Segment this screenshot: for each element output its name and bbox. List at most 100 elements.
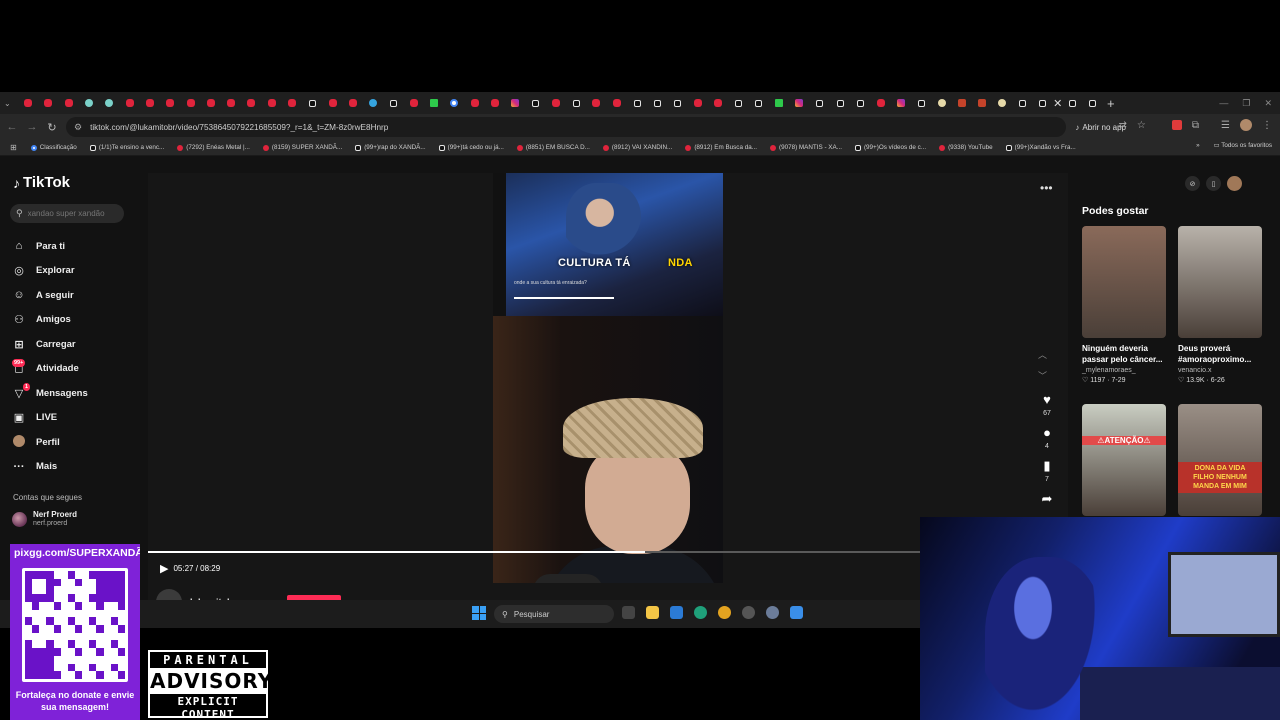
file-explorer-icon[interactable] xyxy=(646,606,659,619)
tab[interactable] xyxy=(322,95,342,111)
taskbar-search[interactable]: ⚲ Pesquisar xyxy=(494,605,614,623)
tab[interactable] xyxy=(769,95,789,111)
tab[interactable] xyxy=(383,95,403,111)
windows-start-icon[interactable] xyxy=(472,606,486,620)
tab[interactable] xyxy=(789,95,809,111)
tab[interactable] xyxy=(870,95,890,111)
reload-icon[interactable]: ↻ xyxy=(42,121,62,134)
tab[interactable] xyxy=(586,95,606,111)
tab[interactable] xyxy=(302,95,322,111)
recommended-card[interactable]: ⚠ATENÇÃO⚠ xyxy=(1082,404,1168,516)
sidebar-item-explorar[interactable]: ◎ Explorar xyxy=(12,259,142,284)
tab[interactable] xyxy=(1013,95,1033,111)
bookmark-item[interactable]: Classificação xyxy=(30,144,77,151)
back-icon[interactable]: ← xyxy=(2,121,22,133)
following-account[interactable]: Nerf Proerd nerf.proerd xyxy=(12,510,77,528)
close-window-icon[interactable]: ✕ xyxy=(1264,98,1272,109)
extension-icon[interactable] xyxy=(1171,120,1182,130)
sidebar-item-perfil[interactable]: Perfil xyxy=(12,430,142,455)
tab[interactable] xyxy=(18,95,38,111)
tab-list-chevron-icon[interactable]: ⌄ xyxy=(4,99,18,108)
tab[interactable] xyxy=(343,95,363,111)
tab[interactable] xyxy=(99,95,119,111)
star-icon[interactable]: ☆ xyxy=(1137,120,1146,131)
more-bookmarks-icon[interactable]: » xyxy=(1196,142,1200,149)
bookmark-item[interactable]: (99+)tá cedo ou já... xyxy=(438,144,504,151)
address-bar[interactable]: ⚙ tiktok.com/@lukamitobr/video/753864507… xyxy=(66,117,1066,137)
tiktok-logo[interactable]: ♪ TikTok xyxy=(13,174,70,191)
search-input[interactable] xyxy=(27,209,118,218)
tab[interactable] xyxy=(465,95,485,111)
tab[interactable] xyxy=(830,95,850,111)
tab[interactable] xyxy=(566,95,586,111)
coin-icon[interactable]: ⊘ xyxy=(1185,176,1200,191)
next-video-icon[interactable]: ﹀ xyxy=(1038,369,1047,382)
bookmark-item[interactable]: (9078) MANTIS - XA... xyxy=(769,144,842,151)
tab[interactable] xyxy=(992,95,1012,111)
sidebar-item-carregar[interactable]: ⊞ Carregar xyxy=(12,332,142,357)
sidebar-item-mais[interactable]: ··· Mais xyxy=(12,455,142,480)
sidebar-item-atividade[interactable]: ◻ 99+ Atividade xyxy=(12,357,142,382)
tab[interactable] xyxy=(850,95,870,111)
tab[interactable] xyxy=(140,95,160,111)
tab[interactable] xyxy=(1083,95,1103,111)
previous-video-icon[interactable]: ︿ xyxy=(1038,348,1047,361)
bookmark-item[interactable]: (9338) YouTube xyxy=(939,144,993,151)
user-avatar[interactable] xyxy=(1227,176,1242,191)
tab[interactable] xyxy=(201,95,221,111)
tab[interactable] xyxy=(749,95,769,111)
bookmark-item[interactable]: (8851) EM BUSCA D... xyxy=(516,144,590,151)
like-icon[interactable]: ♥ xyxy=(1043,393,1051,407)
bookmark-item[interactable]: (1/1)Te ensino a venc... xyxy=(89,144,164,151)
tab[interactable] xyxy=(525,95,545,111)
close-tab-icon[interactable]: ✕ xyxy=(1053,97,1062,110)
tab[interactable] xyxy=(668,95,688,111)
forward-icon[interactable]: → xyxy=(22,121,42,133)
menu-icon[interactable]: ⋮ xyxy=(1262,120,1272,131)
reading-list-icon[interactable]: ☰ xyxy=(1221,120,1230,131)
tab[interactable] xyxy=(607,95,627,111)
search-box[interactable]: ⚲ xyxy=(10,204,124,223)
bookmark-item[interactable]: (7292) Enéas Metal |... xyxy=(177,144,250,151)
sidebar-item-live[interactable]: ▣ LIVE xyxy=(12,406,142,431)
tab[interactable] xyxy=(505,95,525,111)
minimize-icon[interactable]: — xyxy=(1219,98,1228,108)
tab[interactable] xyxy=(221,95,241,111)
tab[interactable] xyxy=(931,95,951,111)
tab[interactable] xyxy=(485,95,505,111)
tab[interactable] xyxy=(59,95,79,111)
store-icon[interactable] xyxy=(670,606,683,619)
tab[interactable] xyxy=(911,95,931,111)
comment-icon[interactable]: ● xyxy=(1043,426,1051,440)
puzzle-icon[interactable]: ⧉ xyxy=(1192,120,1199,131)
profile-avatar[interactable] xyxy=(1240,119,1252,131)
obs-icon[interactable] xyxy=(742,606,755,619)
bookmark-item[interactable]: (99+)rap do XANDÃ... xyxy=(355,144,426,151)
tab[interactable] xyxy=(38,95,58,111)
tab[interactable] xyxy=(119,95,139,111)
tab[interactable] xyxy=(160,95,180,111)
play-icon[interactable]: ▶ xyxy=(160,562,168,575)
more-options-icon[interactable]: ••• xyxy=(1040,181,1053,195)
device-icon[interactable]: ▯ xyxy=(1206,176,1221,191)
chrome-icon[interactable] xyxy=(718,606,731,619)
tab[interactable] xyxy=(79,95,99,111)
recommended-card[interactable]: Deus proverá #amoraoproximo... venancio.x… xyxy=(1178,226,1264,384)
tab[interactable] xyxy=(891,95,911,111)
tab[interactable] xyxy=(180,95,200,111)
bookmark-icon[interactable]: ▮ xyxy=(1043,459,1050,473)
translate-icon[interactable]: ⇄ xyxy=(1119,120,1127,131)
tab[interactable] xyxy=(404,95,424,111)
app-icon[interactable] xyxy=(790,606,803,619)
tab[interactable] xyxy=(1062,95,1082,111)
tab[interactable] xyxy=(647,95,667,111)
tab[interactable] xyxy=(627,95,647,111)
tab[interactable] xyxy=(262,95,282,111)
sidebar-item-a-seguir[interactable]: ☺ A seguir xyxy=(12,283,142,308)
recommended-card[interactable]: Ninguém deveria passar pelo câncer... _my… xyxy=(1082,226,1168,384)
tab[interactable] xyxy=(282,95,302,111)
tab[interactable] xyxy=(728,95,748,111)
tab[interactable] xyxy=(1033,95,1053,111)
tab[interactable] xyxy=(708,95,728,111)
maximize-icon[interactable]: ❐ xyxy=(1242,98,1250,109)
